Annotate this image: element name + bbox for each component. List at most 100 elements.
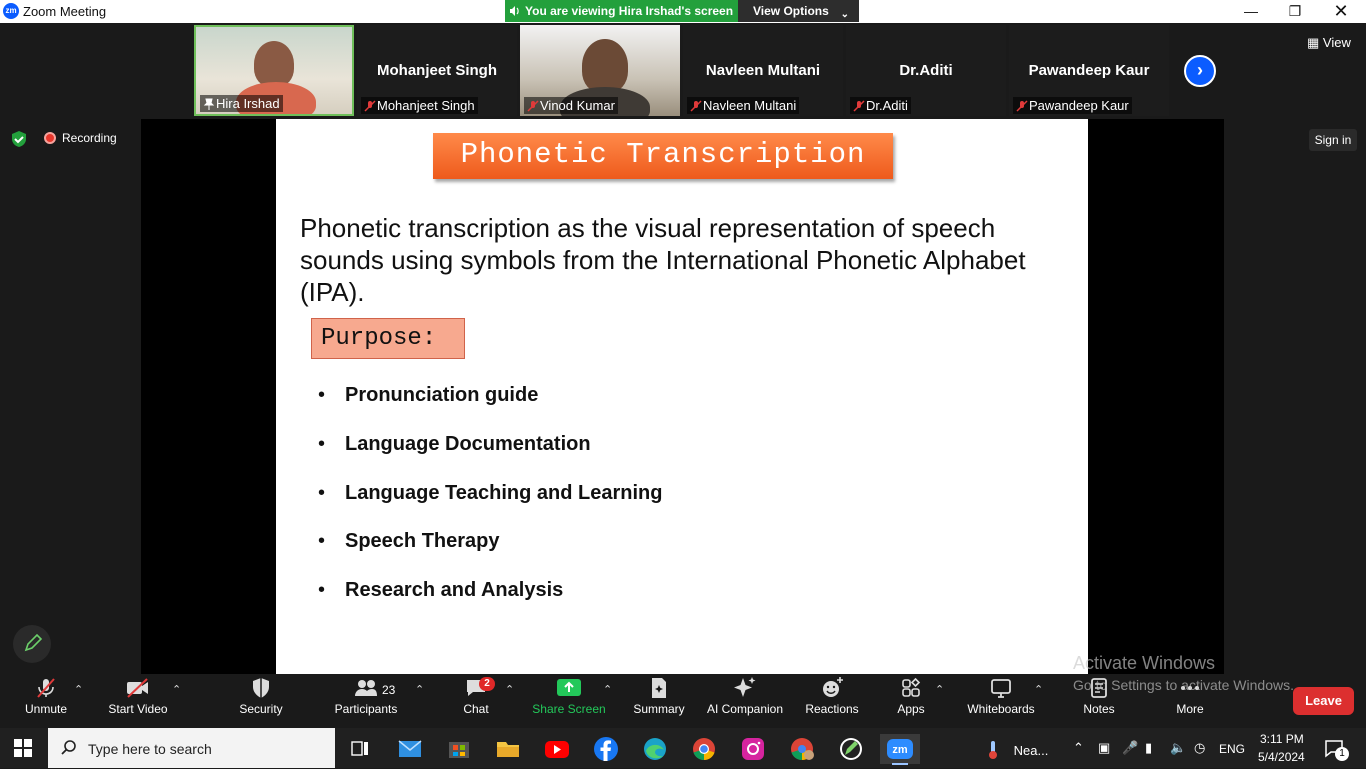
next-page-arrow-icon[interactable]: ›	[1184, 55, 1216, 87]
grid-icon: ▦	[1307, 35, 1320, 50]
activate-windows-watermark: Activate Windows	[1073, 653, 1216, 673]
instagram-icon[interactable]	[733, 734, 773, 764]
smiley-icon	[823, 677, 843, 697]
input-language[interactable]: ENG	[1219, 742, 1245, 756]
restore-button[interactable]: ❐	[1272, 0, 1318, 23]
participant-tile-dr-aditi[interactable]: Dr.Aditi Dr.Aditi	[846, 25, 1006, 116]
viewing-screen-banner: You are viewing Hira Irshad's screen	[505, 0, 738, 22]
meet-now-icon[interactable]: ▣	[1098, 740, 1110, 756]
participants-icon	[355, 680, 377, 696]
wifi-icon[interactable]: ◷	[1194, 740, 1205, 756]
share-options-caret-icon[interactable]: ⌃	[603, 683, 612, 696]
summary-button[interactable]: Summary	[630, 676, 688, 716]
pin-icon	[203, 98, 215, 110]
battery-icon[interactable]: ▮	[1145, 740, 1152, 756]
view-options-label: View Options	[753, 4, 829, 18]
clock-date[interactable]: 5/4/2024	[1258, 750, 1305, 764]
slide-bullet: • Language Teaching and Learning	[318, 482, 663, 504]
reactions-label: Reactions	[805, 702, 859, 716]
close-button[interactable]: ✕	[1318, 0, 1364, 23]
recording-indicator[interactable]: Recording	[44, 131, 117, 145]
file-explorer-icon[interactable]	[488, 734, 528, 764]
participants-label: Participants	[334, 702, 398, 716]
participant-video	[582, 39, 628, 93]
purpose-heading: Purpose:	[311, 318, 465, 359]
apps-caret-icon[interactable]: ⌃	[935, 683, 944, 696]
apps-label: Apps	[897, 702, 925, 716]
edge-browser-icon[interactable]	[635, 734, 675, 764]
youtube-icon[interactable]	[537, 734, 577, 764]
participant-tile-mohanjeet-singh[interactable]: Mohanjeet Singh Mohanjeet Singh	[357, 25, 517, 116]
active-app-indicator	[892, 763, 908, 765]
mic-muted-icon	[364, 100, 376, 112]
chrome-browser-icon[interactable]	[684, 734, 724, 764]
chat-caret-icon[interactable]: ⌃	[505, 683, 514, 696]
unmute-label: Unmute	[24, 702, 68, 716]
participant-tile-vinod-kumar[interactable]: Vinod Kumar	[520, 25, 680, 116]
start-video-button[interactable]: Start Video	[104, 676, 172, 716]
presentation-slide: Phonetic Transcription Phonetic transcri…	[276, 119, 1088, 674]
mic-muted-icon	[853, 100, 865, 112]
bullet-text: Speech Therapy	[345, 530, 500, 552]
bullet-text: Research and Analysis	[345, 579, 564, 601]
annotate-button[interactable]	[13, 625, 51, 663]
apps-button[interactable]: Apps	[893, 676, 929, 716]
task-view-icon[interactable]	[340, 734, 380, 764]
microphone-tray-icon[interactable]: 🎤	[1122, 740, 1138, 756]
participant-name-large: Mohanjeet Singh	[377, 62, 497, 79]
pencil-icon	[24, 633, 43, 652]
notification-count: 1	[1335, 747, 1349, 761]
unmute-button[interactable]: Unmute	[18, 676, 74, 716]
audio-options-caret-icon[interactable]: ⌃	[74, 683, 83, 696]
activate-windows-subtext: Go to Settings to activate Windows.	[1073, 677, 1294, 693]
shield-icon	[253, 678, 269, 698]
bullet-text: Language Teaching and Learning	[345, 482, 663, 504]
security-button[interactable]: Security	[234, 676, 288, 716]
mic-muted-icon	[37, 678, 55, 698]
thermometer-icon	[989, 741, 997, 759]
svg-text:zm: zm	[892, 744, 908, 756]
slide-bullet: • Pronunciation guide	[318, 384, 539, 406]
reactions-button[interactable]: Reactions	[803, 676, 861, 716]
notification-center-button[interactable]: 1	[1323, 737, 1349, 761]
bullet-text: Pronunciation guide	[345, 384, 539, 406]
participants-caret-icon[interactable]: ⌃	[415, 683, 424, 696]
view-layout-button[interactable]: ▦ View	[1307, 35, 1351, 51]
ai-companion-button[interactable]: AI Companion	[703, 676, 787, 716]
zoom-app-icon[interactable]: zm	[880, 734, 920, 765]
weather-widget[interactable]: Nea...	[984, 740, 1048, 760]
slide-title: Phonetic Transcription	[433, 133, 893, 179]
whiteboard-icon	[991, 679, 1011, 698]
video-options-caret-icon[interactable]: ⌃	[172, 683, 181, 696]
volume-muted-icon[interactable]: 🔈	[1170, 740, 1186, 756]
microsoft-store-icon[interactable]	[439, 734, 479, 764]
sign-in-button[interactable]: Sign in	[1309, 129, 1357, 151]
mic-muted-icon	[527, 100, 539, 112]
minimize-button[interactable]: —	[1228, 0, 1274, 23]
participant-tile-hira-irshad[interactable]: Hira Irshad	[194, 25, 354, 116]
apps-icon	[902, 677, 921, 697]
leave-button[interactable]: Leave	[1293, 687, 1354, 715]
viewing-banner-text: You are viewing Hira Irshad's screen	[525, 4, 734, 18]
mail-app-icon[interactable]	[390, 734, 430, 764]
recording-label: Recording	[62, 131, 117, 145]
share-screen-button[interactable]: Share Screen	[530, 676, 608, 716]
clock-time[interactable]: 3:11 PM	[1260, 732, 1304, 746]
facebook-icon[interactable]	[586, 734, 626, 764]
whiteboards-button[interactable]: Whiteboards	[963, 676, 1039, 716]
windows-start-icon[interactable]	[14, 739, 32, 757]
view-options-button[interactable]: View Options ⌄	[738, 0, 859, 22]
participant-tile-pawandeep-kaur[interactable]: Pawandeep Kaur Pawandeep Kaur	[1009, 25, 1169, 116]
show-hidden-icons-chevron-icon[interactable]: ⌃	[1073, 740, 1084, 756]
participant-tile-navleen-multani[interactable]: Navleen Multani Navleen Multani	[683, 25, 843, 116]
security-shield-icon[interactable]	[10, 130, 28, 148]
share-screen-label: Share Screen	[532, 702, 606, 716]
participant-name: Pawandeep Kaur	[1013, 97, 1132, 114]
window-title: Zoom Meeting	[23, 4, 107, 19]
weather-text: Nea...	[1013, 743, 1049, 758]
security-label: Security	[239, 702, 283, 716]
whiteboards-caret-icon[interactable]: ⌃	[1034, 683, 1043, 696]
participant-name: Mohanjeet Singh	[361, 97, 478, 114]
chrome-profile-icon[interactable]	[782, 734, 822, 764]
pen-app-icon[interactable]	[831, 734, 871, 764]
